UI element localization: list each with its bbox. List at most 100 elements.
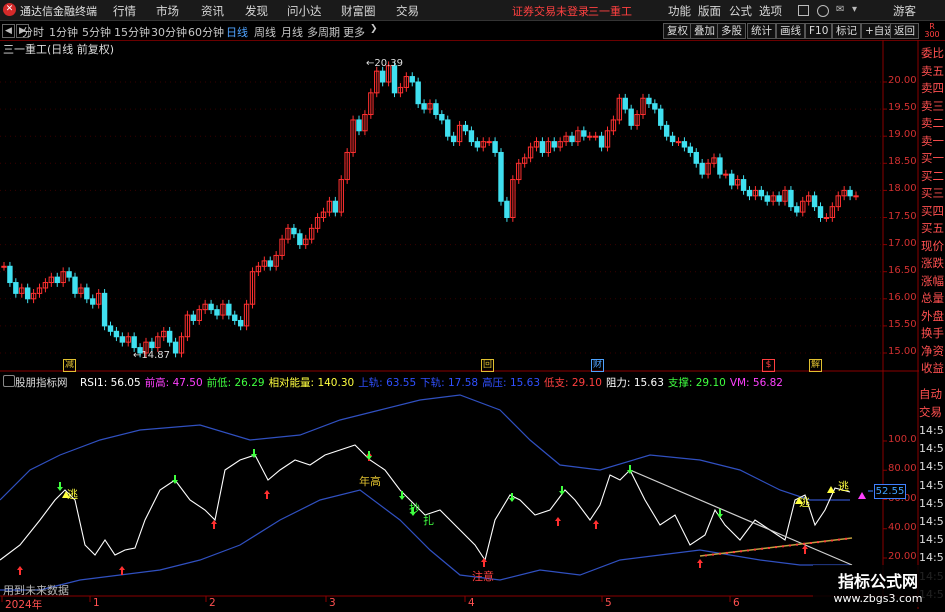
indicator-legend-item: 前高: 47.50 xyxy=(144,377,203,389)
menu-banmian[interactable]: 版面 xyxy=(698,3,721,19)
tab-week[interactable]: 周线 xyxy=(254,24,276,40)
quote-field-15[interactable]: 外盘 xyxy=(919,307,945,325)
quote-field-17[interactable]: 净资 xyxy=(919,342,945,360)
quote-field-14[interactable]: 总量 xyxy=(919,289,945,307)
event-marker[interactable]: 减 xyxy=(63,359,76,372)
kline-chart[interactable] xyxy=(0,40,945,609)
current-rsi-badge: 52.55 xyxy=(874,484,906,499)
candle-body xyxy=(717,157,723,175)
event-marker[interactable]: 解 xyxy=(809,359,822,372)
candle-body xyxy=(699,162,705,175)
btn-huaxian[interactable]: 画线 xyxy=(776,23,805,39)
candle-body xyxy=(72,276,78,294)
candle-body xyxy=(598,135,605,148)
label-tao-3: 逃 xyxy=(838,480,849,493)
menu-caifuquan[interactable]: 财富圈 xyxy=(341,3,376,19)
menu-faxian[interactable]: 发现 xyxy=(245,3,268,19)
btn-fanhui[interactable]: 返回 xyxy=(890,23,919,39)
menu-gongneng[interactable]: 功能 xyxy=(668,3,691,19)
quote-field-8[interactable]: 买三 xyxy=(919,184,945,202)
quote-field-7[interactable]: 买二 xyxy=(919,167,945,185)
dropdown-icon[interactable]: ▾ xyxy=(852,4,857,15)
tab-1min[interactable]: 1分钟 xyxy=(49,24,78,40)
candle-body xyxy=(788,189,794,208)
quote-field-4[interactable]: 卖二 xyxy=(919,114,945,132)
quote-field-3[interactable]: 卖三 xyxy=(919,97,945,115)
support-dot xyxy=(775,546,777,549)
quote-field-11[interactable]: 现价 xyxy=(919,237,945,255)
low-price-label: ←14.87 xyxy=(133,350,171,361)
watermark-url: www.zbgs3.com xyxy=(833,592,923,605)
menu-hangqing[interactable]: 行情 xyxy=(113,3,136,19)
menu-shichang[interactable]: 市场 xyxy=(156,3,179,19)
indicator-toggle-icon[interactable] xyxy=(3,375,15,387)
envelope-icon[interactable]: ✉ xyxy=(836,4,844,15)
tab-month[interactable]: 月线 xyxy=(281,24,303,40)
support-dot xyxy=(796,543,798,546)
auto-trade-label-2[interactable]: 交易 xyxy=(919,404,942,420)
event-marker[interactable]: 回 xyxy=(481,359,494,372)
btn-duogu[interactable]: 多股 xyxy=(717,23,746,39)
main-ytick-label: 20.00 xyxy=(888,75,917,86)
event-marker[interactable]: $ xyxy=(762,359,775,372)
xaxis-label: 5 xyxy=(605,597,612,609)
menu-zixun[interactable]: 资讯 xyxy=(201,3,224,19)
menu-wenxiaoda[interactable]: 问小达 xyxy=(287,3,322,19)
btn-fuquan[interactable]: 复权 xyxy=(663,23,692,39)
tab-5min[interactable]: 5分钟 xyxy=(82,24,111,40)
quote-field-10[interactable]: 买五 xyxy=(919,219,945,237)
tick-time: 14:5 xyxy=(919,551,944,565)
xaxis-label: 3 xyxy=(329,597,336,609)
tab-multi[interactable]: 多周期 xyxy=(307,24,340,40)
event-marker[interactable]: 财 xyxy=(591,359,604,372)
btn-diejia[interactable]: 叠加 xyxy=(690,23,719,39)
tab-day[interactable]: 日线 xyxy=(226,24,248,40)
candle-body xyxy=(498,151,504,202)
menu-gongshi[interactable]: 公式 xyxy=(729,3,752,19)
tab-60min[interactable]: 60分钟 xyxy=(188,24,224,40)
quote-field-6[interactable]: 买一 xyxy=(919,149,945,167)
tab-15min[interactable]: 15分钟 xyxy=(114,24,150,40)
candle-body xyxy=(817,206,824,219)
ind-ytick-label: 20.00 xyxy=(888,551,917,562)
r300-tag: R 300 xyxy=(924,22,940,39)
candle-body xyxy=(486,141,492,144)
layout-icon[interactable] xyxy=(798,5,809,16)
quote-field-18[interactable]: 收益 xyxy=(919,359,945,377)
tick-time: 14:5 xyxy=(919,496,944,510)
more-chevron-icon[interactable]: ❯ xyxy=(370,24,378,34)
login-notice[interactable]: 证券交易未登录 xyxy=(512,3,589,19)
guest-label[interactable]: 游客 xyxy=(893,3,916,19)
quote-field-16[interactable]: 换手 xyxy=(919,324,945,342)
support-dot xyxy=(831,539,833,542)
support-dot xyxy=(838,538,840,541)
menu-xuanxiang[interactable]: 选项 xyxy=(759,3,782,19)
indicator-legend-item: 支撑: 29.10 xyxy=(667,377,726,389)
quote-field-12[interactable]: 涨跌 xyxy=(919,254,945,272)
tab-more[interactable]: 更多 xyxy=(343,24,365,40)
candle-body xyxy=(119,336,126,343)
auto-trade-label-1[interactable]: 自动 xyxy=(919,386,942,402)
candle-body xyxy=(232,314,238,321)
candle-body xyxy=(391,65,398,94)
tab-fenshi[interactable]: 分时 xyxy=(22,24,44,40)
candle-body xyxy=(131,336,137,349)
tab-30min[interactable]: 30分钟 xyxy=(151,24,187,40)
quote-field-9[interactable]: 买四 xyxy=(919,202,945,220)
menubar: ✕ 通达信金融终端 行情 市场 资讯 发现 问小达 财富圈 交易 证券交易未登录… xyxy=(0,0,945,21)
xaxis-label: 1 xyxy=(93,597,100,609)
quote-field-2[interactable]: 卖四 xyxy=(919,79,945,97)
btn-tongji[interactable]: 统计 xyxy=(747,23,776,39)
user-icon[interactable] xyxy=(817,5,829,17)
menu-jiaoyi[interactable]: 交易 xyxy=(396,3,419,19)
quote-field-0[interactable]: 委比 xyxy=(919,44,945,62)
btn-biaoji[interactable]: 标记 xyxy=(832,23,861,39)
quote-field-1[interactable]: 卖五 xyxy=(919,62,945,80)
btn-f10[interactable]: F10 xyxy=(805,23,833,39)
prev-icon[interactable]: ◀ xyxy=(2,24,15,38)
support-dot xyxy=(726,551,728,554)
label-nian-gao: 年高 xyxy=(359,475,381,488)
quote-field-13[interactable]: 涨幅 xyxy=(919,272,945,290)
quote-field-5[interactable]: 卖一 xyxy=(919,132,945,150)
support-dot xyxy=(810,541,812,544)
